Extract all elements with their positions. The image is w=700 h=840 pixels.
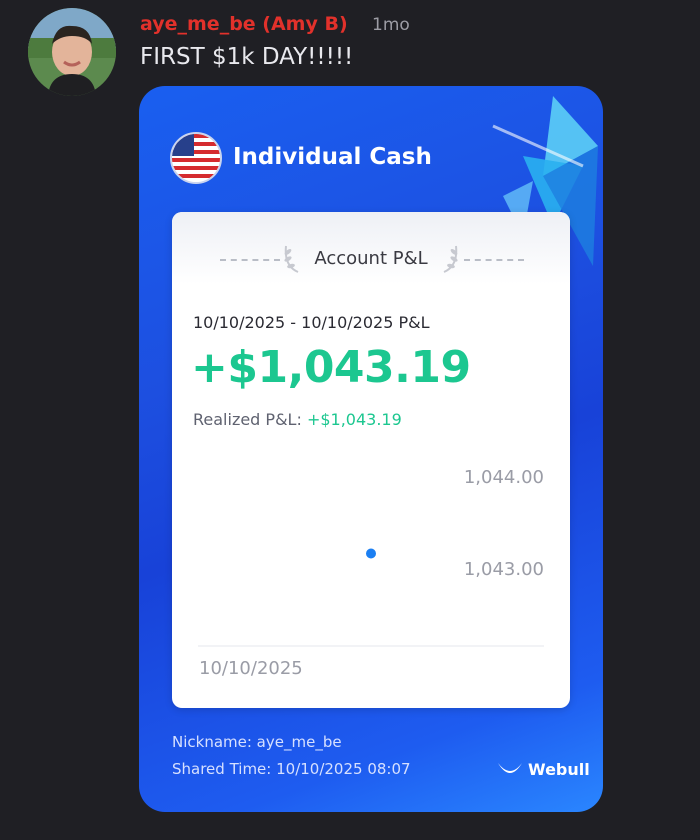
post-age: 1mo [372,15,410,35]
webull-logo-icon [498,763,522,773]
shared-time: Shared Time: 10/10/2025 08:07 [172,760,411,778]
post: aye_me_be (Amy B) 1mo FIRST $1k DAY!!!!!… [0,0,700,840]
y-tick-label: 1,044.00 [463,467,544,488]
laurel-icon [443,245,458,273]
webull-brand: Webull [496,757,590,781]
account-pl-panel: Account P&L 10/10/2025 - 10/10/2025 P&L … [172,212,570,708]
nickname: Nickname: aye_me_be [172,733,342,751]
date-range: 10/10/2025 - 10/10/2025 P&L [193,313,430,332]
pl-chart [198,548,544,647]
account-name: Individual Cash [233,144,432,170]
realized-pl-label: Realized P&L: [193,410,307,429]
post-username[interactable]: aye_me_be (Amy B) [140,13,348,35]
realized-pl: Realized P&L: +$1,043.19 [193,410,402,429]
pnl-share-card: Individual Cash Account P&L 10/10/2025 -… [139,86,603,812]
avatar[interactable] [28,8,116,96]
header-divider [464,259,524,261]
brand-name: Webull [528,759,590,779]
us-flag-icon [170,132,222,184]
x-tick-label: 10/10/2025 [199,658,303,679]
realized-pl-value: +$1,043.19 [306,410,402,429]
post-text: FIRST $1k DAY!!!!! [140,44,354,70]
chart-point [366,548,376,559]
pl-value: +$1,043.19 [191,342,471,393]
y-tick-label: 1,043.00 [463,559,544,580]
